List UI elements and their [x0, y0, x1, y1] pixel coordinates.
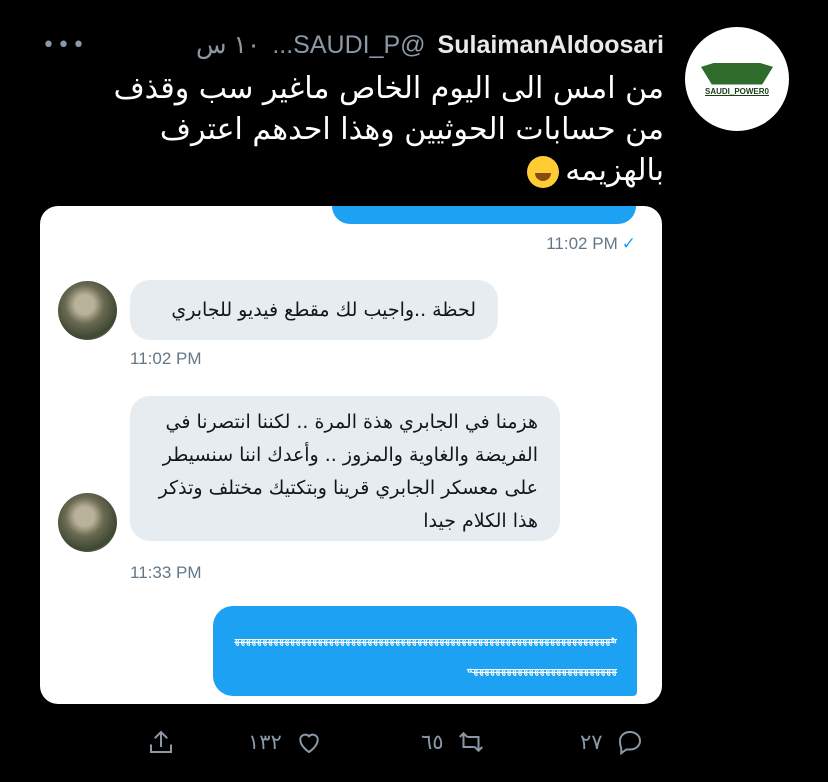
message-in-bubble: هزمنا في الجابري هذة المرة .. لكننا انتص…	[130, 396, 560, 541]
heart-icon	[299, 733, 319, 754]
message-in-time: 11:33 PM	[130, 563, 202, 582]
message-in-bubble: لحظة ..واجيب لك مقطع فيديو للجابري	[130, 280, 498, 340]
message-out-bubble: هههههههههههههههههههههههههههههههههههههههه…	[213, 606, 637, 696]
attached-image[interactable]: 11:02 PM ✓ لحظة ..واجيب لك مقطع فيديو للج…	[40, 206, 662, 704]
like-button[interactable]: ١٣٢	[248, 722, 324, 762]
laughing-emoji-icon	[527, 155, 560, 188]
message-in-time: 11:02 PM	[130, 349, 202, 368]
retweet-button[interactable]: ٦٥	[421, 722, 486, 762]
sender-avatar	[58, 493, 117, 552]
reply-icon	[618, 730, 641, 756]
reply-button[interactable]: ٢٧	[580, 722, 645, 762]
message-out-text: هههههههههههههههههههههههههههههههههههههههه…	[234, 632, 617, 676]
message-in-text: هزمنا في الجابري هذة المرة .. لكننا انتص…	[158, 411, 538, 532]
sender-avatar	[58, 281, 117, 340]
profile-avatar[interactable]: SAUDI_POWER0	[685, 27, 789, 131]
read-check-icon: ✓	[621, 234, 636, 253]
tweet-actions: ٢٧ ٦٥ ١٣٢	[0, 722, 828, 762]
display-name[interactable]: SulaimanAldoosari	[438, 31, 664, 60]
more-dots-icon[interactable]: •••	[42, 33, 87, 58]
sent-message-bubble-top	[332, 206, 636, 224]
tweet-text: من امس الى اليوم الخاص ماغير سب وقذف من …	[104, 68, 664, 191]
retweet-icon	[458, 731, 483, 753]
saudi-power-logo-icon	[701, 62, 773, 85]
message-in-text: لحظة ..واجيب لك مقطع فيديو للجابري	[171, 299, 476, 321]
tweet-header: SulaimanAldoosari @SAUDI_P... ١٠ س	[196, 28, 664, 62]
share-button[interactable]	[146, 722, 176, 762]
share-icon	[150, 730, 172, 753]
retweet-count: ٦٥	[421, 730, 444, 754]
avatar-logo-text: SAUDI_POWER0	[704, 86, 769, 96]
tweet-time[interactable]: ١٠ س	[196, 30, 260, 60]
like-count: ١٣٢	[248, 730, 282, 754]
user-handle[interactable]: @SAUDI_P...	[272, 31, 425, 60]
reply-count: ٢٧	[580, 730, 603, 754]
sent-time-top: 11:02 PM ✓	[546, 234, 636, 253]
tweet-body: من امس الى اليوم الخاص ماغير سب وقذف من …	[113, 71, 664, 188]
